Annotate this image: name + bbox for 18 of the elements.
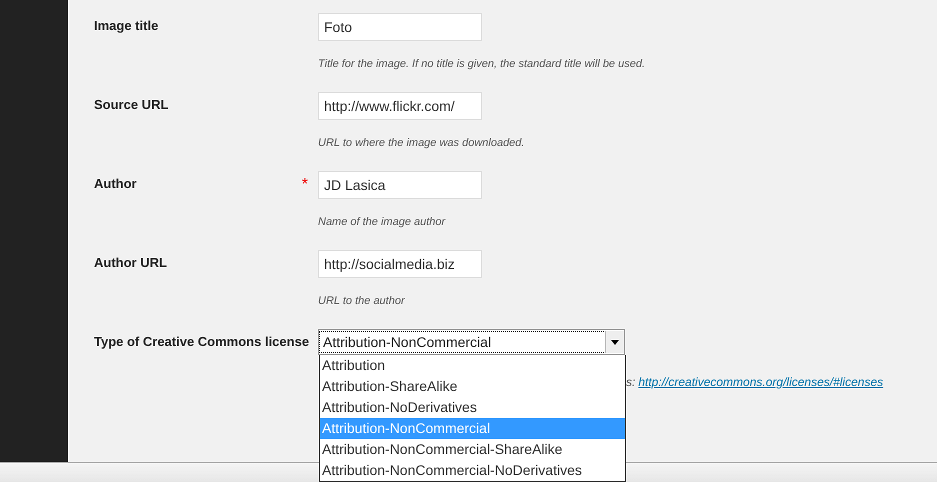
text-field[interactable]: http://socialmedia.biz bbox=[318, 250, 482, 278]
text-field[interactable]: JD Lasica bbox=[318, 171, 482, 199]
help-text: URL to where the image was downloaded. bbox=[318, 137, 524, 149]
help-text: URL to the author bbox=[318, 295, 405, 307]
help-text: Title for the image. If no title is given, the standard title will be used. bbox=[318, 58, 646, 70]
field-label: Author bbox=[94, 176, 137, 192]
field-label: Type of Creative Commons license bbox=[94, 334, 310, 350]
license-link[interactable]: http://creativecommons.org/licenses/#licenses bbox=[638, 375, 884, 389]
field-label: Author URL bbox=[94, 255, 167, 271]
text-field[interactable]: Foto bbox=[318, 13, 482, 41]
text-field[interactable]: http://www.flickr.com/ bbox=[318, 92, 482, 120]
help-text: s: bbox=[626, 375, 636, 389]
help-text: Name of the image author bbox=[318, 216, 446, 228]
license-select[interactable]: Attribution-NonCommercial bbox=[318, 329, 625, 355]
field-label: Source URL bbox=[94, 97, 168, 113]
required-mark: * bbox=[302, 176, 308, 192]
caret-icon bbox=[605, 331, 624, 353]
field-label: Image title bbox=[94, 18, 158, 34]
